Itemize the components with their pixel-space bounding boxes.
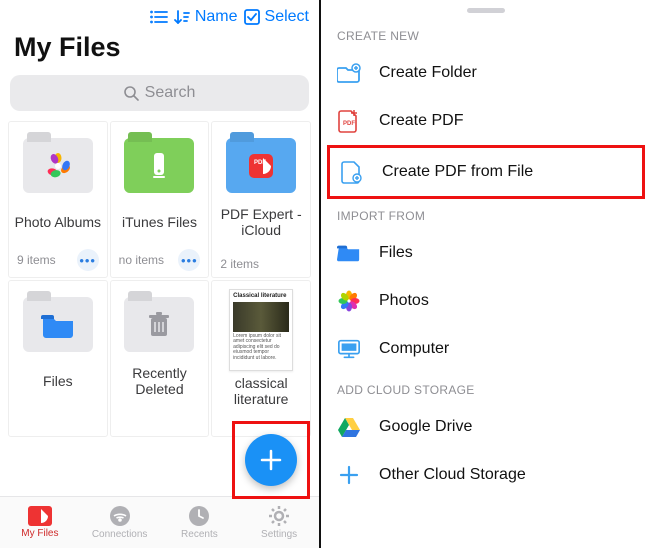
document-thumbnail: Classical literature Lorem ipsum dolor s… xyxy=(229,289,293,371)
sort-label: Name xyxy=(195,8,238,26)
row-label: Google Drive xyxy=(379,418,472,436)
row-other-cloud[interactable]: Other Cloud Storage xyxy=(321,451,651,499)
row-import-photos[interactable]: Photos xyxy=(321,277,651,325)
search-placeholder: Search xyxy=(145,84,196,102)
tile-files[interactable]: Files xyxy=(8,280,108,437)
wifi-icon xyxy=(109,505,131,527)
folder-icon xyxy=(41,312,75,338)
tab-connections[interactable]: Connections xyxy=(80,497,160,548)
clock-icon xyxy=(188,505,210,527)
gear-icon xyxy=(268,505,290,527)
svg-text:PDF: PDF xyxy=(343,121,355,127)
file-grid: Photo Albums 9 items ••• iTunes Files no… xyxy=(0,121,319,437)
row-create-folder[interactable]: Create Folder xyxy=(321,49,651,97)
tab-settings[interactable]: Settings xyxy=(239,497,319,548)
tab-label: Settings xyxy=(261,529,297,540)
sort-icon xyxy=(174,10,190,24)
tab-label: Recents xyxy=(181,529,218,540)
photos-flower-icon xyxy=(43,151,73,181)
pdf-plus-icon: PDF xyxy=(337,109,361,133)
more-button[interactable]: ••• xyxy=(178,249,200,271)
photos-flower-icon xyxy=(337,289,361,313)
tile-pdf-expert-icloud[interactable]: PDF PDF Expert - iCloud 2 items xyxy=(211,121,311,278)
tile-count: 9 items xyxy=(17,253,56,267)
create-sheet: CREATE NEW Create Folder PDF Create PDF … xyxy=(321,0,651,548)
tile-document[interactable]: Classical literature Lorem ipsum dolor s… xyxy=(211,280,311,437)
row-label: Photos xyxy=(379,292,429,310)
plus-icon xyxy=(337,463,361,487)
pdf-expert-tab-icon xyxy=(28,506,52,526)
tile-label: PDF Expert - iCloud xyxy=(216,206,306,238)
row-label: Create PDF xyxy=(379,112,463,130)
row-google-drive[interactable]: Google Drive xyxy=(321,403,651,451)
tile-label: iTunes Files xyxy=(122,206,197,238)
tile-count: 2 items xyxy=(220,257,259,271)
section-header-create: CREATE NEW xyxy=(321,19,651,49)
row-create-pdf-from-file[interactable]: Create PDF from File xyxy=(327,145,645,199)
row-label: Create PDF from File xyxy=(382,163,533,181)
files-screen: Name Select My Files Search Photo Albums… xyxy=(0,0,321,548)
sheet-handle[interactable] xyxy=(467,8,505,13)
tab-my-files[interactable]: My Files xyxy=(0,497,80,548)
computer-icon xyxy=(337,337,361,361)
row-import-files[interactable]: Files xyxy=(321,229,651,277)
tile-label: Photo Albums xyxy=(15,206,101,238)
more-button[interactable]: ••• xyxy=(77,249,99,271)
tile-label: classical literature xyxy=(216,375,306,407)
list-toggle-button[interactable] xyxy=(150,10,168,24)
pdf-expert-icon: PDF xyxy=(245,150,277,182)
row-import-computer[interactable]: Computer xyxy=(321,325,651,373)
svg-text:PDF: PDF xyxy=(254,160,266,166)
tile-label: Recently Deleted xyxy=(115,365,205,397)
tile-label: Files xyxy=(43,365,73,397)
row-label: Create Folder xyxy=(379,64,477,82)
row-label: Files xyxy=(379,244,413,262)
tile-itunes-files[interactable]: iTunes Files no items ••• xyxy=(110,121,210,278)
tab-recents[interactable]: Recents xyxy=(160,497,240,548)
folder-plus-icon xyxy=(337,61,361,85)
add-button[interactable] xyxy=(245,434,297,486)
page-title: My Files xyxy=(0,32,319,71)
search-icon xyxy=(124,86,139,101)
plus-icon xyxy=(258,447,284,473)
section-header-cloud: ADD CLOUD STORAGE xyxy=(321,373,651,403)
tile-count: no items xyxy=(119,253,164,267)
row-create-pdf[interactable]: PDF Create PDF xyxy=(321,97,651,145)
select-button[interactable]: Select xyxy=(244,8,309,26)
folder-icon xyxy=(337,241,361,265)
tile-recently-deleted[interactable]: Recently Deleted xyxy=(110,280,210,437)
tab-label: My Files xyxy=(21,528,58,539)
section-header-import: IMPORT FROM xyxy=(321,199,651,229)
trash-icon xyxy=(146,310,172,340)
topbar: Name Select xyxy=(0,0,319,32)
checkbox-icon xyxy=(244,9,260,25)
tab-label: Connections xyxy=(92,529,148,540)
search-input[interactable]: Search xyxy=(10,75,309,111)
sort-button[interactable]: Name xyxy=(174,8,238,26)
file-plus-icon xyxy=(340,160,364,184)
tile-photo-albums[interactable]: Photo Albums 9 items ••• xyxy=(8,121,108,278)
row-label: Computer xyxy=(379,340,449,358)
select-label: Select xyxy=(265,8,309,26)
tab-bar: My Files Connections Recents Settings xyxy=(0,496,319,548)
itunes-icon xyxy=(148,151,170,181)
row-label: Other Cloud Storage xyxy=(379,466,526,484)
google-drive-icon xyxy=(337,415,361,439)
list-icon xyxy=(150,10,168,24)
